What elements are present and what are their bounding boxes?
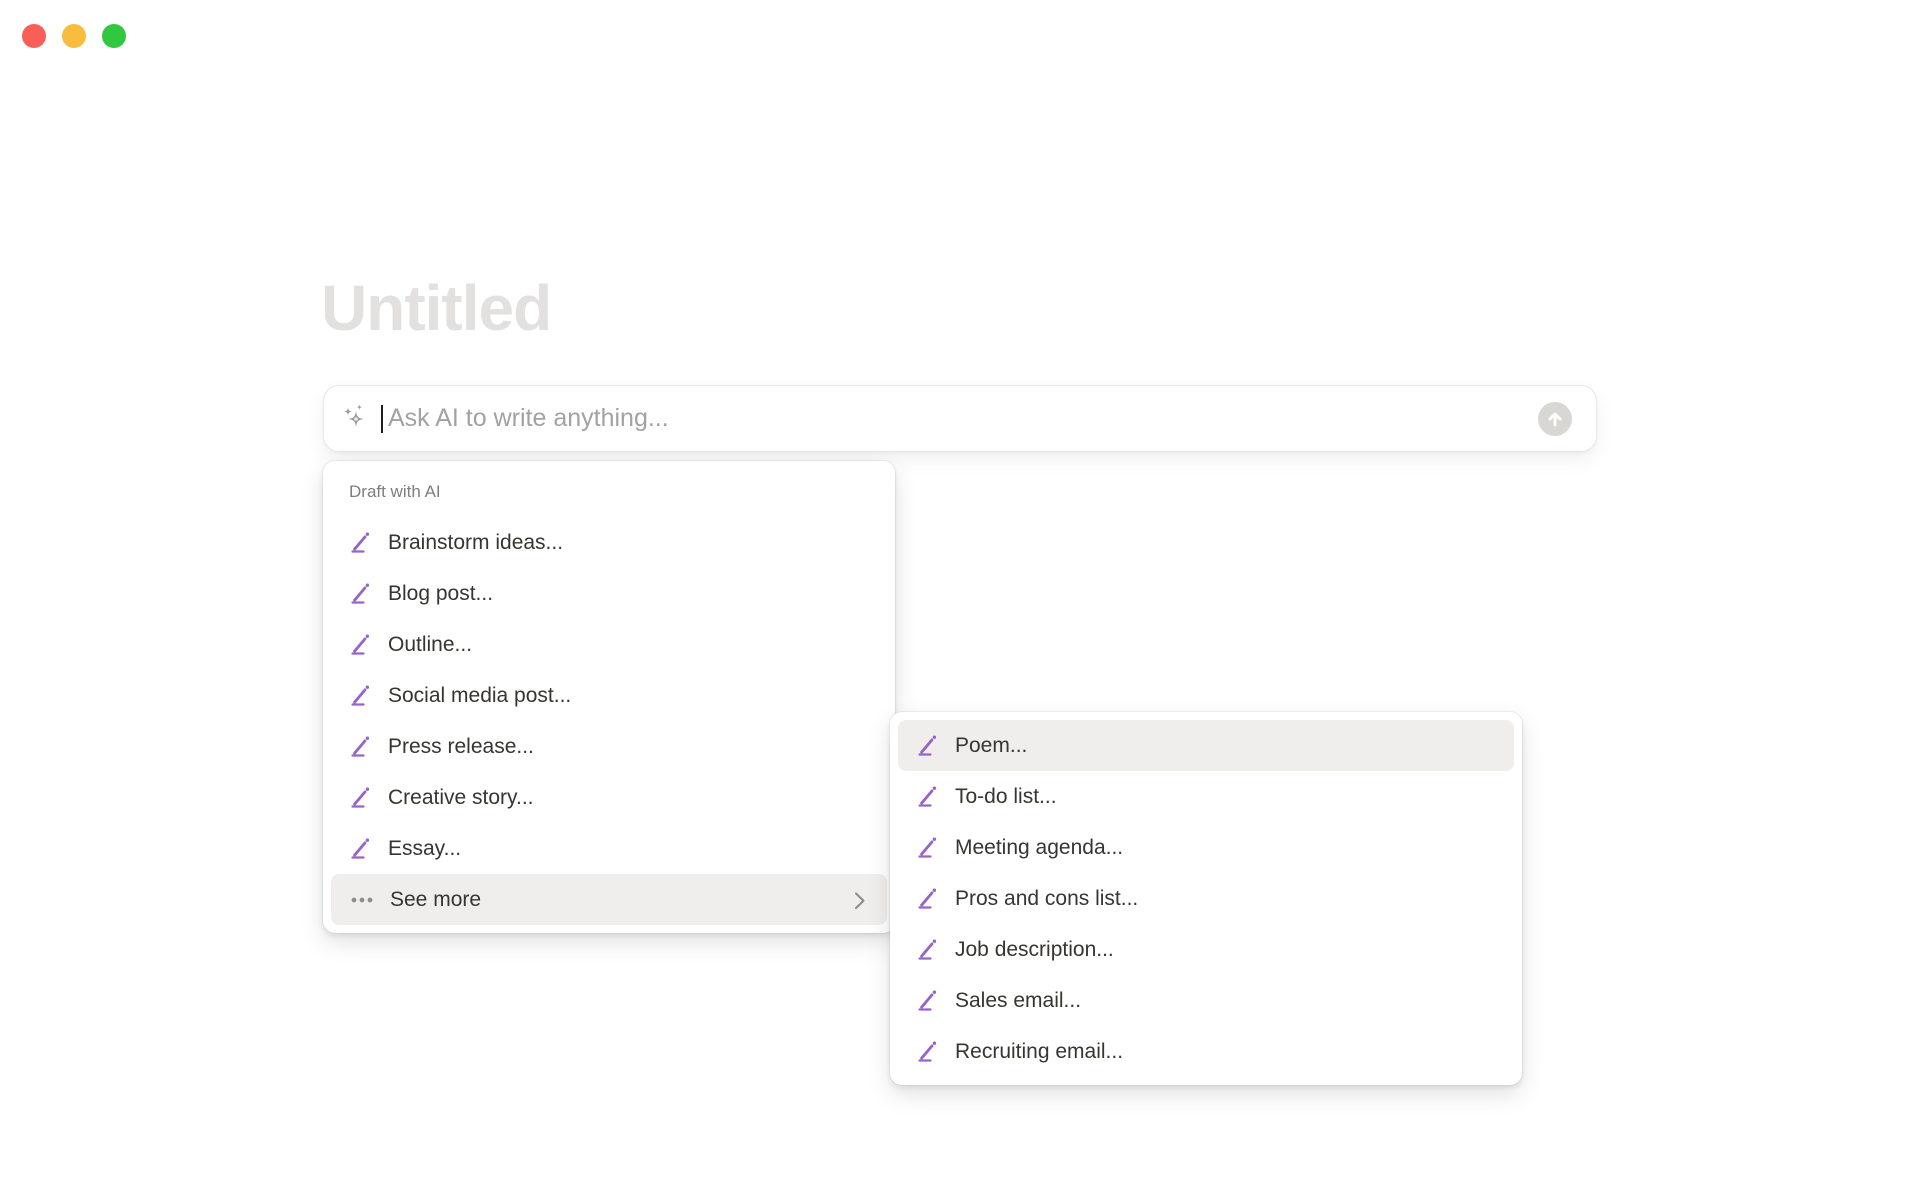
menu-item[interactable]: Pros and cons list... — [898, 873, 1514, 924]
menu-item[interactable]: Outline... — [331, 619, 887, 670]
menu-item[interactable]: Press release... — [331, 721, 887, 772]
pencil-icon — [351, 838, 370, 859]
menu-item[interactable]: To-do list... — [898, 771, 1514, 822]
pencil-icon — [351, 736, 370, 757]
pencil-icon — [918, 1041, 937, 1062]
pencil-icon — [918, 786, 937, 807]
draft-with-ai-menu: Draft with AI Brainstorm ideas... Blog p… — [323, 461, 895, 933]
chevron-right-icon — [854, 891, 865, 909]
menu-item-label: Creative story... — [388, 785, 534, 809]
pencil-icon — [351, 532, 370, 553]
text-caret — [381, 404, 383, 433]
menu-item[interactable]: Sales email... — [898, 975, 1514, 1026]
menu-item-label: Poem... — [955, 733, 1028, 757]
ai-input-bar[interactable]: Ask AI to write anything... — [323, 385, 1597, 452]
ai-input-placeholder: Ask AI to write anything... — [388, 404, 669, 432]
pencil-icon — [351, 685, 370, 706]
draft-menu-header: Draft with AI — [349, 482, 441, 501]
page-title-placeholder[interactable]: Untitled — [321, 272, 552, 344]
menu-item-see-more[interactable]: See more — [331, 874, 887, 925]
pencil-icon — [351, 787, 370, 808]
menu-item[interactable]: Job description... — [898, 924, 1514, 975]
menu-item-label: Recruiting email... — [955, 1039, 1124, 1063]
ellipsis-icon — [351, 897, 373, 902]
menu-item-label: Essay... — [388, 836, 462, 860]
see-more-label: See more — [390, 887, 482, 911]
menu-item[interactable]: Meeting agenda... — [898, 822, 1514, 873]
menu-item[interactable]: Recruiting email... — [898, 1026, 1514, 1077]
window-controls — [22, 24, 126, 48]
menu-item[interactable]: Poem... — [898, 720, 1514, 771]
menu-item-label: Press release... — [388, 734, 534, 758]
pencil-icon — [918, 939, 937, 960]
pencil-icon — [351, 634, 370, 655]
menu-item[interactable]: Creative story... — [331, 772, 887, 823]
window-zoom-button[interactable] — [102, 24, 126, 48]
menu-item[interactable]: Blog post... — [331, 568, 887, 619]
menu-item-label: Job description... — [955, 937, 1114, 961]
menu-item-label: Blog post... — [388, 581, 494, 605]
menu-item-label: Brainstorm ideas... — [388, 530, 564, 554]
see-more-submenu: Poem... To-do list... Meeting agenda... — [890, 712, 1522, 1085]
notion-window: Untitled Ask AI to write anything... Dra… — [0, 0, 1920, 1200]
menu-item[interactable]: Brainstorm ideas... — [331, 517, 887, 568]
menu-item-label: Sales email... — [955, 988, 1082, 1012]
pencil-icon — [918, 735, 937, 756]
submit-button[interactable] — [1538, 401, 1572, 436]
menu-item[interactable]: Essay... — [331, 823, 887, 874]
pencil-icon — [918, 837, 937, 858]
arrow-up-icon — [1548, 412, 1562, 426]
pencil-icon — [351, 583, 370, 604]
menu-item-label: Outline... — [388, 632, 473, 656]
window-close-button[interactable] — [22, 24, 46, 48]
menu-item-label: Meeting agenda... — [955, 835, 1124, 859]
menu-item-label: Social media post... — [388, 683, 572, 707]
menu-item-label: Pros and cons list... — [955, 886, 1139, 910]
sparkle-icon — [344, 403, 364, 427]
draft-menu-items: Brainstorm ideas... Blog post... Outline… — [331, 517, 887, 874]
menu-item-label: To-do list... — [955, 784, 1057, 808]
pencil-icon — [918, 888, 937, 909]
window-minimize-button[interactable] — [62, 24, 86, 48]
pencil-icon — [918, 990, 937, 1011]
menu-item[interactable]: Social media post... — [331, 670, 887, 721]
